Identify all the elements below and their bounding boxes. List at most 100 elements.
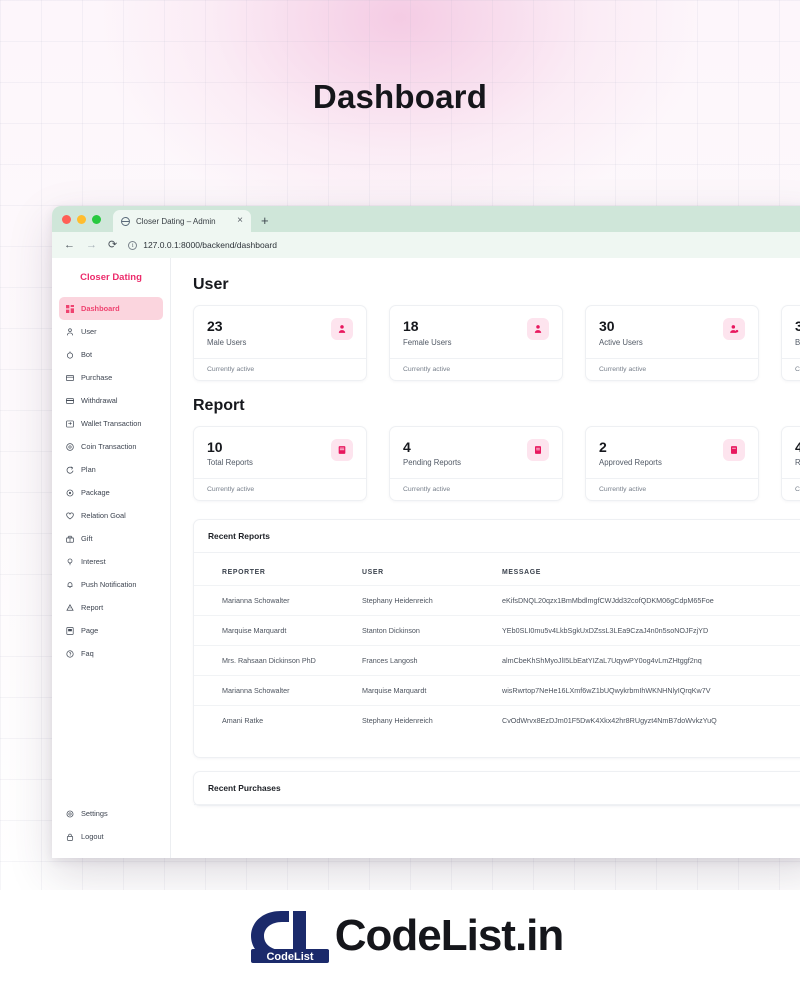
- coin-icon: [65, 442, 74, 451]
- recent-reports-table: REPORTER USER MESSAGE Marianna Schowalte…: [194, 553, 800, 735]
- sidebar-item-interest[interactable]: Interest: [59, 550, 163, 573]
- sidebar-item-label: Faq: [81, 649, 94, 658]
- table-row[interactable]: Mrs. Rahsaan Dickinson PhD Frances Lango…: [194, 645, 800, 676]
- stat-card-approved-reports[interactable]: 2 Approved Reports Currently active: [585, 425, 759, 501]
- table-row[interactable]: Marianna Schowalter Stephany Heidenreich…: [194, 585, 800, 616]
- sidebar: Closer Dating Dashboard User Bot Purchas…: [52, 258, 171, 858]
- bulb-icon: [65, 557, 74, 566]
- cell-user: Stephany Heidenreich: [354, 705, 494, 735]
- stat-value: 30: [599, 318, 615, 334]
- new-tab-button[interactable]: +: [261, 213, 269, 228]
- cell-user: Frances Langosh: [354, 645, 494, 676]
- sidebar-item-logout[interactable]: Logout: [59, 825, 163, 848]
- stat-card-female-users[interactable]: 18 Female Users Currently active: [389, 305, 563, 381]
- browser-tab-title: Closer Dating – Admin: [136, 216, 216, 226]
- cell-user: Stephany Heidenreich: [354, 585, 494, 616]
- stat-value: 4: [795, 438, 800, 455]
- cell-reporter: Marianna Schowalter: [194, 585, 354, 616]
- table-row[interactable]: Marianna Schowalter Marquise Marquardt w…: [194, 675, 800, 706]
- address-bar-url: 127.0.0.1:8000/backend/dashboard: [143, 240, 277, 250]
- cell-message: CvOdWrvx8EzDJm01F5DwK4Xkx42hr8RUgyzt4NmB…: [494, 705, 800, 735]
- admin-app: Closer Dating Dashboard User Bot Purchas…: [52, 258, 800, 858]
- stat-footer: Currently active: [194, 357, 366, 380]
- address-bar[interactable]: i 127.0.0.1:8000/backend/dashboard: [128, 237, 800, 253]
- user-female-icon: [527, 318, 549, 340]
- recent-reports-panel: Recent Reports REPORTER USER MESSAGE Mar…: [193, 519, 800, 758]
- report-section-title: Report: [193, 396, 245, 414]
- stat-card-male-users[interactable]: 23 Male Users Currently active: [193, 305, 367, 381]
- sidebar-item-relation-goal[interactable]: Relation Goal: [59, 504, 163, 527]
- cell-reporter: Marquise Marquardt: [194, 615, 354, 646]
- close-icon[interactable]: ×: [237, 216, 243, 226]
- sidebar-item-gift[interactable]: Gift: [59, 527, 163, 550]
- table-row[interactable]: Amani Ratke Stephany Heidenreich CvOdWrv…: [194, 705, 800, 735]
- main-content: User 23 Male Users Currently active 18 F…: [171, 258, 800, 858]
- stat-card-active-users[interactable]: 30 Active Users Currently active: [585, 305, 759, 381]
- flag-icon: [65, 603, 74, 612]
- cell-user: Stanton Dickinson: [354, 615, 494, 646]
- window-controls: [62, 206, 113, 232]
- sidebar-item-plan[interactable]: Plan: [59, 458, 163, 481]
- stat-label: Rejected Reports: [795, 458, 800, 467]
- stat-footer: Currently active: [782, 478, 800, 500]
- sidebar-item-package[interactable]: Package: [59, 481, 163, 504]
- sidebar-item-coin-transaction[interactable]: Coin Transaction: [59, 435, 163, 458]
- stat-card-banned-users[interactable]: 30 Banned Users Currently active: [781, 305, 800, 381]
- sidebar-item-withdrawal[interactable]: Withdrawal: [59, 389, 163, 412]
- stat-card-total-reports[interactable]: 10 Total Reports Currently active: [193, 425, 367, 501]
- box-icon: [65, 488, 74, 497]
- column-header-reporter: REPORTER: [222, 569, 266, 576]
- stat-card-pending-reports[interactable]: 4 Pending Reports Currently active: [389, 425, 563, 501]
- sidebar-item-label: Relation Goal: [81, 511, 126, 520]
- recent-purchases-panel: Recent Purchases: [193, 771, 800, 806]
- wallet-icon: [65, 396, 74, 405]
- cell-message: almCbeKhShMyoJlI5LbEatYIZaL7UqywPY0og4vL…: [494, 645, 800, 676]
- codelist-logo: CodeList CodeList.in: [237, 905, 564, 967]
- sidebar-item-label: Bot: [81, 350, 93, 359]
- gift-icon: [65, 534, 74, 543]
- stat-value: 30: [795, 318, 800, 334]
- info-icon[interactable]: i: [128, 240, 138, 250]
- browser-tab[interactable]: Closer Dating – Admin ×: [113, 210, 251, 232]
- stat-value: 10: [207, 438, 223, 455]
- reload-icon[interactable]: ⟳: [108, 239, 117, 251]
- forward-icon[interactable]: →: [86, 239, 97, 251]
- cell-message: eKifsDNQL20qzx1BmMbdlmgfCWJdd32cofQDKM06…: [494, 585, 800, 616]
- sidebar-item-report[interactable]: Report: [59, 596, 163, 619]
- close-window-icon[interactable]: [62, 214, 71, 224]
- browser-url-bar: ← → ⟳ i 127.0.0.1:8000/backend/dashboard: [52, 232, 800, 258]
- robot-icon: [65, 350, 74, 359]
- sidebar-item-purchase[interactable]: Purchase: [59, 366, 163, 389]
- browser-tab-bar: Closer Dating – Admin × +: [52, 206, 800, 232]
- user-stat-cards: 23 Male Users Currently active 18 Female: [193, 305, 800, 381]
- minimize-window-icon[interactable]: [77, 214, 86, 224]
- column-header-message: MESSAGE: [502, 569, 542, 576]
- card-icon: [65, 373, 74, 382]
- report-total-icon: [331, 438, 353, 461]
- stat-value: 23: [207, 318, 223, 334]
- codelist-logo-sub: CodeList: [266, 951, 313, 963]
- sidebar-item-label: Plan: [81, 465, 96, 474]
- sidebar-item-faq[interactable]: Faq: [59, 642, 163, 665]
- sidebar-item-label: User: [81, 327, 97, 336]
- cell-message: wisRwrtop7NeHe16LXmf6wZ1bUQwykrbmIhWKNHN…: [494, 675, 800, 706]
- brand-title: Closer Dating: [80, 272, 142, 283]
- sidebar-item-dashboard[interactable]: Dashboard: [59, 297, 163, 320]
- sidebar-item-settings[interactable]: Settings: [59, 802, 163, 825]
- maximize-window-icon[interactable]: [92, 214, 101, 224]
- sidebar-item-wallet-transaction[interactable]: Wallet Transaction: [59, 412, 163, 435]
- stat-value: 18: [403, 318, 419, 334]
- sidebar-item-user[interactable]: User: [59, 320, 163, 343]
- sidebar-item-page[interactable]: Page: [59, 619, 163, 642]
- sidebar-item-push-notification[interactable]: Push Notification: [59, 573, 163, 596]
- stat-label: Approved Reports: [599, 458, 662, 467]
- sidebar-item-label: Logout: [81, 832, 104, 841]
- table-row[interactable]: Marquise Marquardt Stanton Dickinson YEb…: [194, 615, 800, 646]
- cell-reporter: Amani Ratke: [194, 705, 354, 735]
- stat-card-rejected-reports[interactable]: 4 Rejected Reports Currently active: [781, 425, 800, 501]
- heart-icon: [65, 511, 74, 520]
- sidebar-item-bot[interactable]: Bot: [59, 343, 163, 366]
- lock-icon: [65, 832, 74, 841]
- back-icon[interactable]: ←: [64, 239, 75, 251]
